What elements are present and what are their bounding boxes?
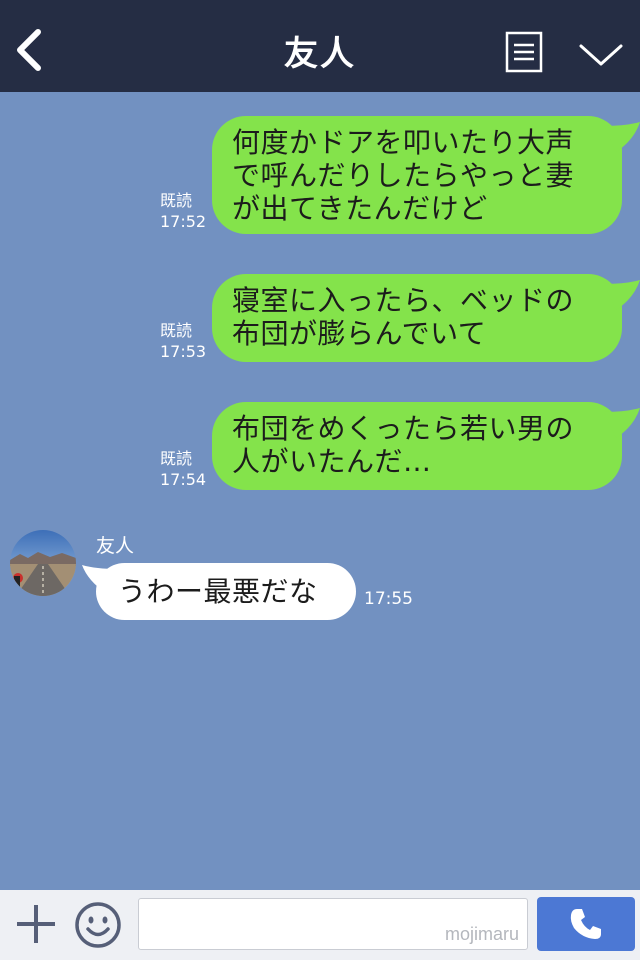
message-line: 寝室に入ったら、ベッドの bbox=[232, 284, 575, 317]
read-label: 既読 bbox=[160, 449, 193, 468]
bubble-tail bbox=[604, 280, 640, 310]
message-time: 17:53 bbox=[160, 342, 207, 361]
avatar-image bbox=[10, 530, 76, 596]
outgoing-bubble[interactable]: 何度かドアを叩いたり大声 で呼んだりしたらやっと妻 が出てきたんだけど bbox=[212, 116, 640, 234]
read-label: 既読 bbox=[160, 321, 193, 340]
outgoing-message[interactable]: 布団をめくったら若い男の 人がいたんだ… bbox=[212, 402, 640, 490]
plus-icon[interactable] bbox=[14, 902, 58, 946]
call-button[interactable] bbox=[537, 897, 635, 951]
smiley-icon[interactable] bbox=[73, 900, 123, 950]
phone-icon bbox=[570, 909, 601, 939]
message-line: 布団が膨らんでいて bbox=[232, 317, 487, 350]
read-label: 既読 bbox=[160, 191, 193, 210]
outgoing-message[interactable]: 何度かドアを叩いたり大声 で呼んだりしたらやっと妻 が出てきたんだけど bbox=[212, 116, 640, 234]
outgoing-bubble[interactable]: 布団をめくったら若い男の 人がいたんだ… bbox=[212, 402, 640, 490]
incoming-bubble[interactable]: うわー最悪だな bbox=[82, 563, 356, 620]
sender-name: 友人 bbox=[96, 535, 135, 557]
bubble-tail bbox=[604, 122, 640, 152]
message-time: 17:52 bbox=[160, 212, 207, 231]
chat-title: 友人 bbox=[284, 34, 356, 74]
read-receipt: 既読 17:53 bbox=[160, 320, 206, 362]
chat-header: 友人 bbox=[0, 0, 640, 92]
outgoing-message[interactable]: 寝室に入ったら、ベッドの 布団が膨らんでいて bbox=[212, 274, 640, 362]
chat-area[interactable]: 何度かドアを叩いたり大声 で呼んだりしたらやっと妻 が出てきたんだけど 既読 1… bbox=[0, 92, 640, 890]
message-line: が出てきたんだけど bbox=[232, 192, 488, 225]
message-input[interactable]: mojimaru bbox=[138, 898, 528, 950]
read-receipt: 既読 17:54 bbox=[160, 448, 206, 490]
message-line: 何度かドアを叩いたり大声 bbox=[232, 126, 575, 159]
outgoing-bubble[interactable]: 寝室に入ったら、ベッドの 布団が膨らんでいて bbox=[212, 274, 640, 362]
message-line: 布団をめくったら若い男の bbox=[232, 412, 575, 445]
friend-avatar[interactable] bbox=[10, 530, 76, 596]
message-time: 17:55 bbox=[364, 589, 413, 609]
message-line: で呼んだりしたらやっと妻 bbox=[232, 159, 575, 192]
message-line: 人がいたんだ… bbox=[232, 445, 432, 478]
watermark: mojimaru bbox=[444, 924, 519, 944]
message-time: 17:54 bbox=[160, 470, 207, 489]
bubble-tail bbox=[82, 565, 118, 593]
chevron-down-icon[interactable] bbox=[578, 42, 624, 68]
note-list-icon[interactable] bbox=[505, 31, 543, 73]
read-receipt: 既読 17:52 bbox=[160, 190, 206, 232]
bubble-tail bbox=[604, 408, 640, 438]
incoming-text: うわー最悪だな bbox=[118, 575, 318, 608]
